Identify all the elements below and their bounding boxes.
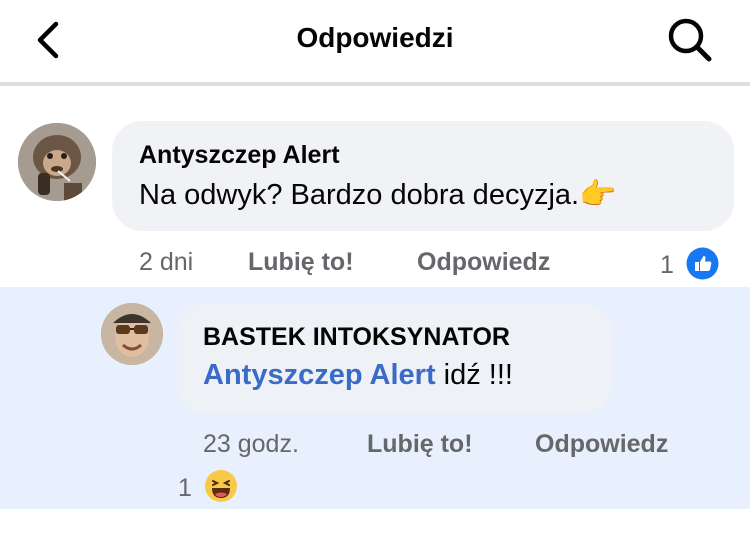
comment-author[interactable]: Antyszczep Alert (139, 141, 340, 170)
pointing-finger-emoji: 👉 (579, 178, 617, 211)
header-divider (0, 82, 750, 86)
person-avatar-image (101, 303, 163, 365)
reply-button[interactable]: Odpowiedz (417, 248, 550, 277)
reaction-count[interactable]: 1 (660, 251, 674, 280)
reply-reply-button[interactable]: Odpowiedz (535, 430, 668, 459)
comment-text: Na odwyk? Bardzo dobra decyzja.👉 (139, 177, 616, 212)
like-icon[interactable] (686, 247, 719, 280)
comment-bubble (112, 121, 734, 231)
avatar[interactable] (18, 123, 96, 201)
reply-bubble (177, 303, 612, 413)
reply-text-body: idź !!! (435, 359, 513, 391)
page-title: Odpowiedzi (296, 22, 454, 53)
search-icon (668, 18, 712, 62)
reply-avatar[interactable] (101, 303, 163, 365)
header-bar: Odpowiedzi (0, 0, 750, 82)
reply-author[interactable]: BASTEK INTOKSYNATOR (203, 323, 510, 352)
search-button[interactable] (664, 14, 714, 64)
like-button[interactable]: Lubię to! (248, 248, 354, 277)
reply-reaction-count[interactable]: 1 (178, 474, 192, 503)
mention-link[interactable]: Antyszczep Alert (203, 359, 436, 391)
comment-timestamp: 2 dni (139, 248, 194, 276)
reply-text: Antyszczep Alert idź !!! (203, 359, 513, 392)
reply-like-button[interactable]: Lubię to! (367, 430, 473, 459)
haha-icon[interactable] (204, 469, 238, 503)
monkey-avatar-image (18, 123, 96, 201)
comment-text-body: Na odwyk? Bardzo dobra decyzja. (139, 179, 580, 211)
reply-timestamp: 23 godz. (203, 430, 299, 458)
